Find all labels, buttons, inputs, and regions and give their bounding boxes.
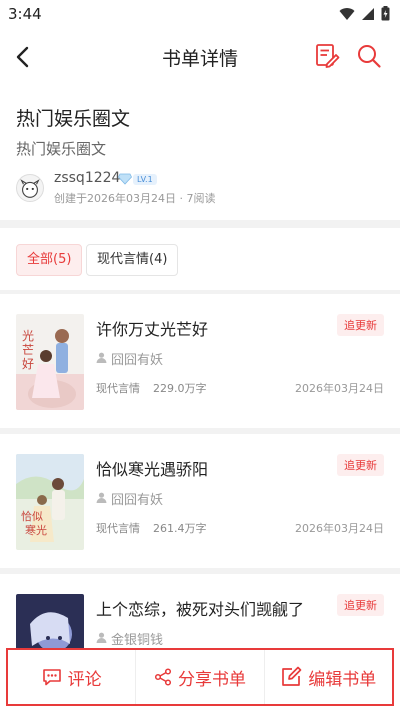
- book-card[interactable]: 恰似 寒光 恰似寒光遇骄阳 追更新 囧囧有妖 现代言情 261.4万字 2026…: [0, 434, 400, 568]
- share-booklist-button[interactable]: 分享书单: [135, 650, 263, 704]
- search-icon[interactable]: [356, 43, 382, 69]
- author-icon: [96, 352, 107, 363]
- booklist-title: 热门娱乐圈文: [16, 108, 131, 130]
- author-icon: [96, 492, 107, 503]
- share-label: 分享书单: [177, 669, 246, 690]
- book-date: 2026年03月24日: [295, 522, 384, 535]
- book-author: 金银铜钱: [111, 633, 164, 648]
- booklist-meta: 创建于2026年03月24日 · 7阅读: [54, 192, 216, 205]
- follow-update-badge[interactable]: 追更新: [337, 314, 384, 336]
- wifi-icon: [339, 7, 355, 20]
- status-icons: [339, 6, 390, 21]
- bottom-action-bar: 评论 分享书单 编辑书单: [6, 648, 394, 706]
- page-title: 书单详情: [161, 48, 238, 70]
- book-date: 2026年03月24日: [295, 382, 384, 395]
- book-title[interactable]: 恰似寒光遇骄阳: [96, 456, 208, 480]
- signal-icon: [362, 7, 374, 20]
- edit-icon: [282, 666, 302, 686]
- follow-update-badge[interactable]: 追更新: [337, 454, 384, 476]
- comment-label: 评论: [67, 669, 102, 690]
- book-word-count: 229.0万字: [153, 382, 207, 395]
- comment-button[interactable]: 评论: [8, 650, 135, 704]
- share-icon: [154, 668, 172, 686]
- booklist-subtitle: 热门娱乐圈文: [16, 140, 107, 158]
- diamond-icon: [118, 173, 132, 185]
- comment-icon: [42, 669, 61, 686]
- edit-label: 编辑书单: [308, 669, 377, 690]
- book-card[interactable]: 光 芒 好 许你万丈光芒好 追更新 囧囧有妖 现代言情 229.0万字 2026…: [0, 294, 400, 428]
- status-time: 3:44: [8, 5, 42, 23]
- book-cover[interactable]: 恰似 寒光: [16, 454, 84, 550]
- book-title[interactable]: 上个恋综，被死对头们觊觎了: [96, 596, 304, 620]
- book-title[interactable]: 许你万丈光芒好: [96, 316, 208, 340]
- book-author: 囧囧有妖: [111, 353, 164, 368]
- book-author: 囧囧有妖: [111, 493, 164, 508]
- nav-bar: 书单详情: [0, 28, 400, 86]
- book-category: 现代言情: [96, 522, 140, 535]
- filter-chip-all[interactable]: 全部(5): [16, 244, 83, 276]
- author-icon: [96, 632, 107, 643]
- svg-text:光: 光: [22, 329, 34, 343]
- booklist-header: 热门娱乐圈文 热门娱乐圈文 zssq1224 LV.1 创建于2026年03月2…: [0, 86, 400, 220]
- level-badge: LV.1: [133, 174, 157, 185]
- filter-bar: 全部(5) 现代言情(4): [0, 228, 400, 290]
- svg-text:寒光: 寒光: [25, 523, 47, 537]
- follow-update-badge[interactable]: 追更新: [337, 594, 384, 616]
- edit-booklist-button[interactable]: 编辑书单: [263, 650, 392, 704]
- book-category: 现代言情: [96, 382, 140, 395]
- avatar[interactable]: [16, 174, 44, 202]
- username[interactable]: zssq1224: [54, 170, 120, 186]
- book-cover[interactable]: 光 芒 好: [16, 314, 84, 410]
- svg-text:好: 好: [22, 357, 34, 371]
- svg-text:恰似: 恰似: [21, 509, 43, 523]
- battery-icon: [381, 6, 390, 21]
- note-edit-icon[interactable]: [314, 43, 340, 69]
- svg-text:芒: 芒: [22, 342, 34, 357]
- status-bar: 3:44: [0, 0, 400, 28]
- book-word-count: 261.4万字: [153, 522, 207, 535]
- filter-chip-modern-romance[interactable]: 现代言情(4): [86, 244, 179, 276]
